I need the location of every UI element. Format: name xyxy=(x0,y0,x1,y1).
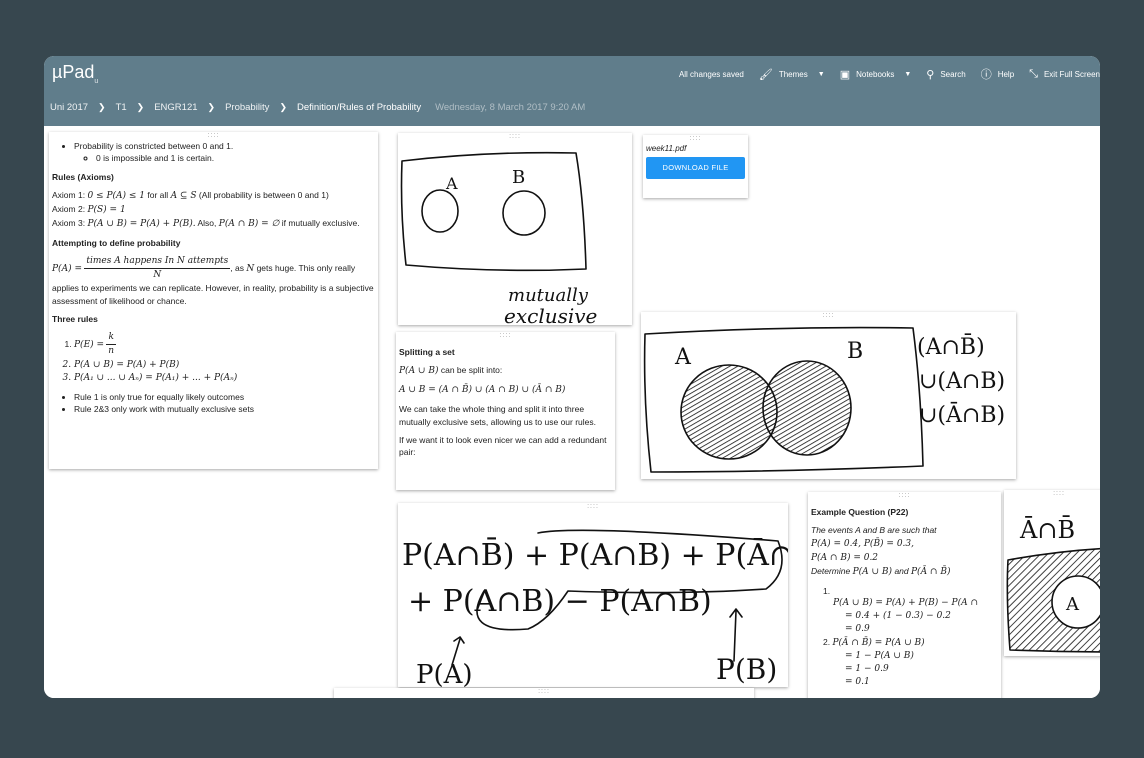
breadcrumb-item-uni-2017[interactable]: Uni 2017 xyxy=(50,102,88,113)
download-file-button[interactable]: DOWNLOAD FILE xyxy=(646,156,745,180)
file-name: week11.pdf xyxy=(646,144,687,153)
chevron-right-icon: ❯ xyxy=(136,102,145,112)
drag-handle[interactable]: :::: xyxy=(398,503,788,511)
eq-line-2: ∪(A∩B) xyxy=(919,369,1005,394)
drag-handle[interactable]: :::: xyxy=(49,132,378,140)
chevron-right-icon: ❯ xyxy=(207,102,216,112)
drag-handle[interactable]: :::: xyxy=(396,332,615,340)
help-icon: ⓘ xyxy=(980,69,992,81)
app-logo[interactable]: µPadu xyxy=(52,62,98,85)
book-icon: ▣ xyxy=(839,68,851,81)
breadcrumb: Uni 2017 ❯ T1 ❯ ENGR121 ❯ Probability ❯ … xyxy=(50,102,585,113)
solution-line: = 0.1 xyxy=(845,677,870,688)
toolbar-actions: All changes saved 🖌 Themes ▼ ▣ Notebooks ▼ ⚲… xyxy=(679,66,1100,82)
heading-splitting: Splitting a set xyxy=(399,347,455,357)
solution-line: = 0.4 + (1 − 0.3) − 0.2 xyxy=(845,611,951,622)
notebooks-menu[interactable]: ▣ Notebooks ▼ xyxy=(840,68,912,81)
app-window: µPadu All changes saved 🖌 Themes ▼ ▣ Notebo… xyxy=(44,56,1100,698)
attempt-text: P(A) = times A happens In N attempts N, a… xyxy=(52,256,374,306)
drawing-mutually-exclusive[interactable]: :::: A B mutually exclusive xyxy=(398,133,632,325)
list-item: P(A ∪ B) = P(A) + P(B) xyxy=(74,359,375,372)
eq-line-1: (A∩B̄) xyxy=(917,333,985,360)
breadcrumb-item-probability[interactable]: Probability xyxy=(225,102,269,113)
drag-handle[interactable]: :::: xyxy=(1004,490,1100,498)
set-label-a: A xyxy=(1065,594,1080,615)
step-number: 1. xyxy=(823,585,831,596)
drag-handle[interactable]: :::: xyxy=(334,688,754,696)
complement-label: Ā∩B̄ xyxy=(1019,516,1075,544)
drag-handle[interactable]: :::: xyxy=(398,133,632,141)
eq-line-3: ∪(Ā∩B) xyxy=(919,402,1005,428)
section-date: Wednesday, 8 March 2017 9:20 AM xyxy=(435,102,586,113)
caret-down-icon: ▼ xyxy=(904,70,912,78)
set-label-b: B xyxy=(847,339,863,364)
drawing-canvas: A B mutually exclusive xyxy=(400,151,597,325)
chevron-right-icon: ❯ xyxy=(98,102,106,112)
markdown-note-splitting[interactable]: :::: Splitting a set P(A ∪ B) can be spl… xyxy=(396,332,615,490)
markdown-note-rules[interactable]: :::: Probability is constricted between … xyxy=(49,132,378,469)
caption-exclusive: exclusive xyxy=(504,304,597,325)
markdown-note-example[interactable]: :::: Example Question (P22) The events A… xyxy=(808,492,1001,698)
fullscreen-exit-icon: ⤡ xyxy=(1029,67,1038,80)
note-canvas[interactable]: :::: Probability is constricted between … xyxy=(44,126,1100,698)
drag-handle[interactable]: :::: xyxy=(641,312,1016,320)
split-equation: A ∪ B = (A ∩ B̄) ∪ (A ∩ B) ∪ (Ā ∩ B) xyxy=(399,385,566,396)
drawing-redundant-pair[interactable]: :::: P(A∩B̄) + P(A∩B) + P(Ā∩B) + P(A∩B) … xyxy=(398,503,788,687)
note-partial[interactable]: :::: xyxy=(334,688,754,698)
list-item: P(E) = kn xyxy=(74,331,375,358)
solution-line: = 1 − 0.9 xyxy=(845,664,889,675)
list-item: 0 is impossible and 1 is certain. xyxy=(96,152,375,164)
file-attachment[interactable]: :::: week11.pdf DOWNLOAD FILE xyxy=(643,135,748,198)
solution-line: P(A ∪ B) = P(A) + P(B) − P(A ∩ xyxy=(833,598,978,609)
top-bar: µPadu All changes saved 🖌 Themes ▼ ▣ Notebo… xyxy=(44,56,1100,126)
paint-roller-icon: 🖌 xyxy=(758,68,773,81)
split-paragraph-1: We can take the whole thing and split it… xyxy=(399,404,597,427)
drawing-canvas: P(A∩B̄) + P(A∩B) + P(Ā∩B) + P(A∩B) − P(A… xyxy=(402,529,788,687)
save-status: All changes saved xyxy=(678,69,744,79)
drag-handle[interactable]: :::: xyxy=(808,492,1001,500)
solution-line: = 0.9 xyxy=(845,624,870,635)
help-button[interactable]: ⓘ Help xyxy=(981,66,1014,82)
drawing-complement[interactable]: :::: Ā∩B̄ A xyxy=(1004,490,1100,656)
chevron-right-icon: ❯ xyxy=(279,102,287,112)
drawing-union-split[interactable]: :::: A B (A∩B̄) ∪(A∩B) ∪(Ā∩B) xyxy=(641,312,1016,479)
label-pb: P(B) xyxy=(716,653,777,686)
heading-three-rules: Three rules xyxy=(52,314,98,325)
set-label-a: A xyxy=(445,174,458,193)
caret-down-icon: ▼ xyxy=(817,70,825,78)
drawing-canvas: A B (A∩B̄) ∪(A∩B) ∪(Ā∩B) xyxy=(643,326,1005,473)
heading-attempt: Attempting to define probability xyxy=(52,238,181,249)
breadcrumb-item-section[interactable]: Definition/Rules of Probability xyxy=(297,102,421,113)
breadcrumb-item-t1[interactable]: T1 xyxy=(116,102,127,113)
solution-line: = 1 − P(A ∪ B) xyxy=(845,651,914,662)
list-item: Rule 2&3 only work with mutually exclusi… xyxy=(74,403,375,415)
label-pa: P(A) xyxy=(416,660,473,687)
example-given: The events A and B are such that P(A) = … xyxy=(811,525,951,577)
set-label-b: B xyxy=(512,167,525,188)
breadcrumb-item-engr121[interactable]: ENGR121 xyxy=(154,102,197,113)
heading-example: Example Question (P22) xyxy=(811,507,909,517)
set-label-a: A xyxy=(674,345,692,370)
exit-fullscreen-button[interactable]: ⤡ Exit Full Screen xyxy=(1029,68,1100,81)
heading-rules: Rules (Axioms) xyxy=(52,171,114,182)
solution-line: 2. P(Ā ∩ B̄) = P(A ∪ B) xyxy=(823,637,925,649)
search-button[interactable]: ⚲ Search xyxy=(926,68,965,81)
list-item: P(A₁ ∪ ... ∪ Aₙ) = P(A₁) + ... + P(Aₙ) xyxy=(74,372,375,385)
axioms-text: Axiom 1: 0 ≤ P(A) ≤ 1 for all A ⊆ S (All… xyxy=(52,189,360,230)
solution-list: 1. P(A ∪ B) = P(A) + P(B) − P(A ∩ = 0.4 … xyxy=(823,585,998,690)
caption-mutually: mutually xyxy=(508,285,589,306)
themes-menu[interactable]: 🖌 Themes ▼ xyxy=(759,68,825,81)
list-item: Rule 1 is only true for equally likely o… xyxy=(74,391,375,403)
split-paragraph-2: If we want it to look even nicer we can … xyxy=(399,435,607,458)
drawing-canvas: Ā∩B̄ A xyxy=(1006,516,1100,653)
search-icon: ⚲ xyxy=(926,68,935,81)
drag-handle[interactable]: :::: xyxy=(643,135,748,143)
expr-top: P(A∩B̄) + P(A∩B) + P(Ā∩B) xyxy=(402,537,788,573)
split-line: P(A ∪ B) can be split into: xyxy=(399,365,503,377)
list-item: Probability is constricted between 0 and… xyxy=(74,140,375,152)
